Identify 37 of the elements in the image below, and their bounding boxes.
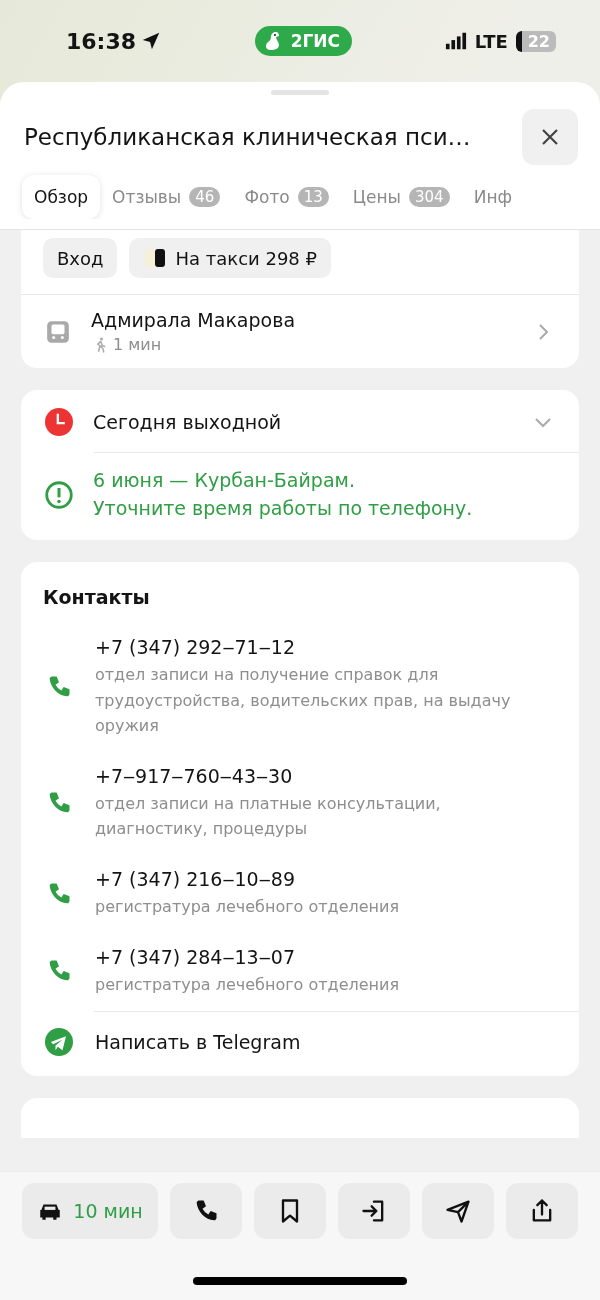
bookmark-button[interactable] [254,1183,326,1239]
phone-number[interactable]: +7 (347) 216‒10‒89 [95,868,557,891]
phone-note: регистратура лечебного отделения [95,896,401,919]
app-badge: 2ГИС [254,26,353,56]
send-icon [444,1197,472,1225]
phone-number[interactable]: +7 (347) 284‒13‒07 [95,945,557,968]
place-title: Республиканская клиническая пси… [24,124,472,150]
tab[interactable]: Отзывы 46 [100,175,233,219]
share-button[interactable] [506,1183,578,1239]
phone-number[interactable]: +7 (347) 292‒71‒12 [95,636,557,659]
walk-time: 1 мин [113,335,162,354]
clock-icon [45,408,73,436]
telegram-icon [45,1028,73,1057]
phone-note: регистратура лечебного отделения [95,973,401,996]
send-button[interactable] [422,1183,494,1239]
alert-icon [45,480,73,509]
stop-name: Адмирала Макарова [91,309,297,331]
holiday-notice: 6 июня — Курбан-Байрам. Уточните время работы по телефону. [93,468,474,521]
phone-note: отдел записи на получение справок для трудоустройства, водительских прав, на выдачу оружия [95,664,512,738]
taxi-icon [143,246,168,270]
phone-button[interactable] [170,1183,242,1239]
drag-handle[interactable] [271,90,329,95]
telegram-link[interactable]: Написать в Telegram [95,1031,301,1054]
bus-icon [45,318,71,345]
tab[interactable]: Обзор [22,175,101,219]
section-title: Контакты [42,585,151,611]
clock-time: 16:38 [66,28,137,54]
signal-icon [444,30,467,52]
phone-note: отдел записи на платные консультации, диагностику, процедуры [95,792,442,841]
taxi-button[interactable]: На такси 298 ₽ [129,238,331,278]
entrance-button[interactable]: Вход [43,238,118,278]
close-button[interactable] [522,109,578,165]
phone-number[interactable]: +7‒917‒760‒43‒30 [95,764,557,787]
battery-level: 22 [515,30,556,52]
network-label: LTE [474,30,508,52]
enter-button[interactable] [338,1183,410,1239]
hours-status: Сегодня выходной [93,411,283,433]
